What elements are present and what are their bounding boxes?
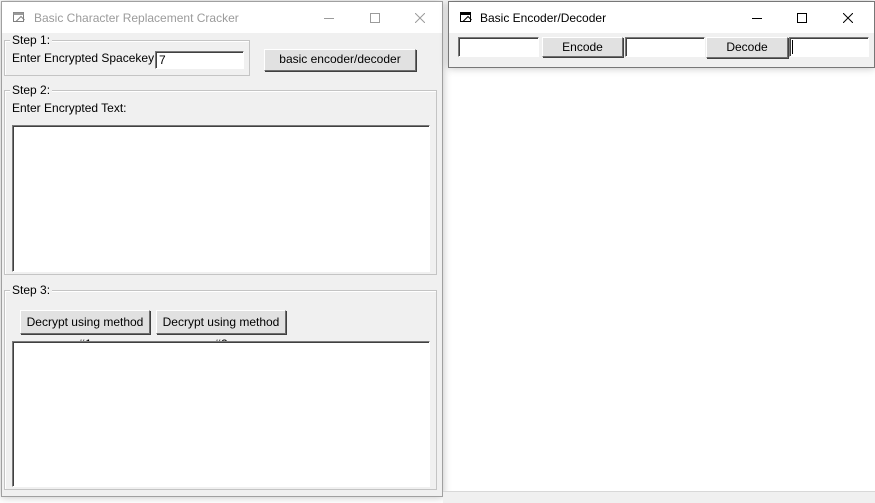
cracker-minimize-button[interactable] [306, 2, 352, 33]
minimize-icon [324, 17, 334, 19]
encoder-titlebar[interactable]: Basic Encoder/Decoder [449, 2, 874, 33]
encoder-window: Basic Encoder/Decoder Encode Decode [448, 1, 875, 68]
encoder-maximize-button[interactable] [779, 2, 825, 33]
encoder-minimize-button[interactable] [734, 2, 780, 33]
decrypted-output-area[interactable] [12, 341, 430, 487]
step2-group: Step 2: Enter Encrypted Text: [4, 83, 437, 275]
encoder-input-field[interactable] [458, 37, 539, 57]
background-window-edge [443, 491, 875, 503]
encoder-title: Basic Encoder/Decoder [480, 11, 607, 25]
minimize-icon [752, 17, 762, 19]
step1-legend: Step 1: [10, 33, 53, 47]
decrypt-method1-button[interactable]: Decrypt using method #1 [20, 310, 150, 351]
app-window-icon [460, 12, 472, 22]
text-caret [792, 40, 793, 54]
step1-group: Step 1: Enter Encrypted Spacekey: [4, 33, 250, 76]
decode-button[interactable]: Decode [706, 37, 788, 58]
decrypt-method2-button[interactable]: Decrypt using method #2 [156, 310, 286, 351]
step3-group: Step 3: Decrypt using method #1 Decrypt … [4, 283, 437, 490]
cracker-title: Basic Character Replacement Cracker [34, 11, 239, 25]
maximize-icon [797, 12, 807, 23]
close-icon [415, 12, 425, 23]
encoded-output-field[interactable] [625, 37, 705, 57]
encrypted-text-area[interactable] [12, 125, 430, 272]
cracker-titlebar[interactable]: Basic Character Replacement Cracker [2, 2, 442, 33]
encode-button[interactable]: Encode [542, 37, 623, 57]
close-icon [843, 12, 853, 23]
cracker-maximize-button[interactable] [352, 2, 398, 33]
encrypted-text-label: Enter Encrypted Text: [12, 101, 127, 115]
app-window-icon [13, 12, 25, 22]
decoded-output-field[interactable] [789, 37, 869, 57]
spacekey-input[interactable] [155, 51, 244, 69]
encoder-close-button[interactable] [825, 2, 871, 33]
cracker-close-button[interactable] [397, 2, 443, 33]
step2-legend: Step 2: [10, 83, 53, 97]
step3-legend: Step 3: [10, 283, 53, 297]
spacekey-label: Enter Encrypted Spacekey: [12, 51, 158, 65]
cracker-window: Basic Character Replacement Cracker Step… [1, 1, 443, 497]
basic-encoder-decoder-button[interactable]: basic encoder/decoder [264, 49, 416, 71]
maximize-icon [370, 12, 380, 23]
